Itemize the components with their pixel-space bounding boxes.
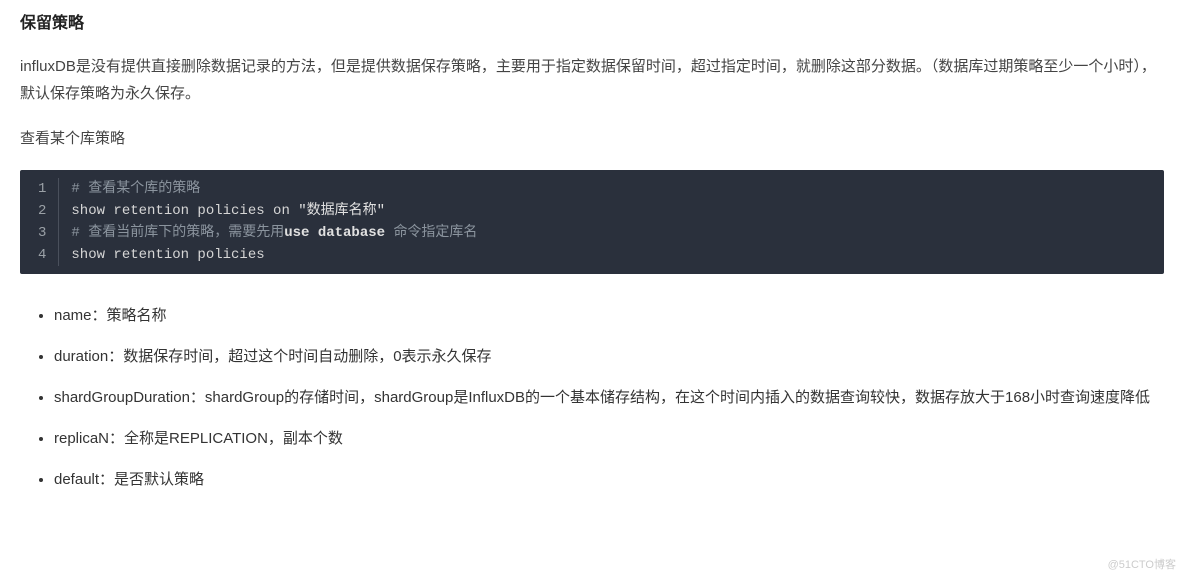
line-number: 1 <box>20 178 59 200</box>
code-content[interactable]: # 查看某个库的策略 show retention policies on "数据… <box>59 170 1164 274</box>
list-item: replicaN：全称是REPLICATION，副本个数 <box>54 425 1164 452</box>
line-number: 4 <box>20 244 59 266</box>
code-token: show retention policies on <box>71 203 298 219</box>
watermark: @51CTO博客 <box>1108 556 1176 576</box>
section-heading: 保留策略 <box>20 10 1164 39</box>
code-line: show retention policies <box>59 244 1164 266</box>
intro-paragraph: influxDB是没有提供直接删除数据记录的方法，但是提供数据保存策略，主要用于… <box>20 53 1164 107</box>
list-item: default：是否默认策略 <box>54 466 1164 493</box>
code-block: 1234 # 查看某个库的策略 show retention policies o… <box>20 170 1164 274</box>
code-token: show retention policies <box>71 247 264 263</box>
list-item: duration：数据保存时间，超过这个时间自动删除，0表示永久保存 <box>54 343 1164 370</box>
code-line: # 查看某个库的策略 <box>59 178 1164 200</box>
code-token: "数据库名称" <box>298 203 385 219</box>
code-gutter: 1234 <box>20 170 59 274</box>
subsection-label: 查看某个库策略 <box>20 125 1164 152</box>
line-number: 3 <box>20 222 59 244</box>
list-item: name：策略名称 <box>54 302 1164 329</box>
list-item: shardGroupDuration：shardGroup的存储时间，shard… <box>54 384 1164 411</box>
code-token: use database <box>284 225 393 241</box>
code-line: show retention policies on "数据库名称" <box>59 200 1164 222</box>
code-token: # 查看当前库下的策略，需要先用 <box>71 225 284 241</box>
code-line: # 查看当前库下的策略，需要先用use database 命令指定库名 <box>59 222 1164 244</box>
field-list: name：策略名称 duration：数据保存时间，超过这个时间自动删除，0表示永… <box>20 302 1164 493</box>
code-token: 命令指定库名 <box>393 225 477 241</box>
code-token: # 查看某个库的策略 <box>71 181 200 197</box>
line-number: 2 <box>20 200 59 222</box>
